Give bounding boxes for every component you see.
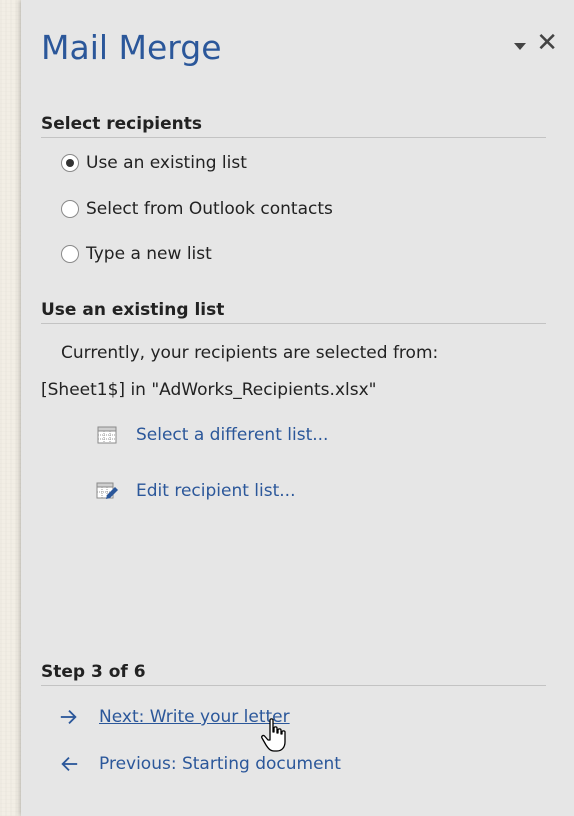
radio-use-existing-list[interactable]: Use an existing list xyxy=(61,153,247,173)
select-different-list-link[interactable]: Select a different list... xyxy=(96,424,328,446)
edit-recipient-list-link[interactable]: Edit recipient list... xyxy=(96,480,295,502)
radio-label: Type a new list xyxy=(86,244,212,264)
pane-title: Mail Merge xyxy=(41,28,222,67)
radio-outlook-contacts[interactable]: Select from Outlook contacts xyxy=(61,199,333,219)
close-icon[interactable]: ✕ xyxy=(536,30,558,56)
radio-type-new-list[interactable]: Type a new list xyxy=(61,244,212,264)
existing-list-heading: Use an existing list xyxy=(41,300,546,324)
next-step-link[interactable]: Next: Write your letter xyxy=(59,707,290,727)
radio-label: Use an existing list xyxy=(86,153,247,173)
table-icon xyxy=(97,426,117,444)
link-label: Select a different list... xyxy=(136,425,329,445)
arrow-left-icon xyxy=(61,756,78,772)
mail-merge-pane: Mail Merge ✕ Select recipients Use an ex… xyxy=(21,0,574,816)
recipients-description: Currently, your recipients are selected … xyxy=(61,343,439,363)
radio-button-checked[interactable] xyxy=(61,154,79,172)
arrow-right-icon xyxy=(60,709,77,725)
previous-step-link[interactable]: Previous: Starting document xyxy=(59,754,341,774)
link-label: Edit recipient list... xyxy=(136,481,296,501)
radio-button[interactable] xyxy=(61,245,79,263)
edit-table-icon xyxy=(96,482,118,499)
recipients-source: [Sheet1$] in "AdWorks_Recipients.xlsx" xyxy=(41,380,377,400)
hand-cursor-icon xyxy=(261,718,286,752)
radio-button[interactable] xyxy=(61,200,79,218)
select-recipients-heading: Select recipients xyxy=(41,114,546,138)
link-label: Previous: Starting document xyxy=(99,754,341,774)
dropdown-triangle-icon[interactable] xyxy=(514,43,526,50)
step-heading: Step 3 of 6 xyxy=(41,662,546,686)
radio-label: Select from Outlook contacts xyxy=(86,199,333,219)
